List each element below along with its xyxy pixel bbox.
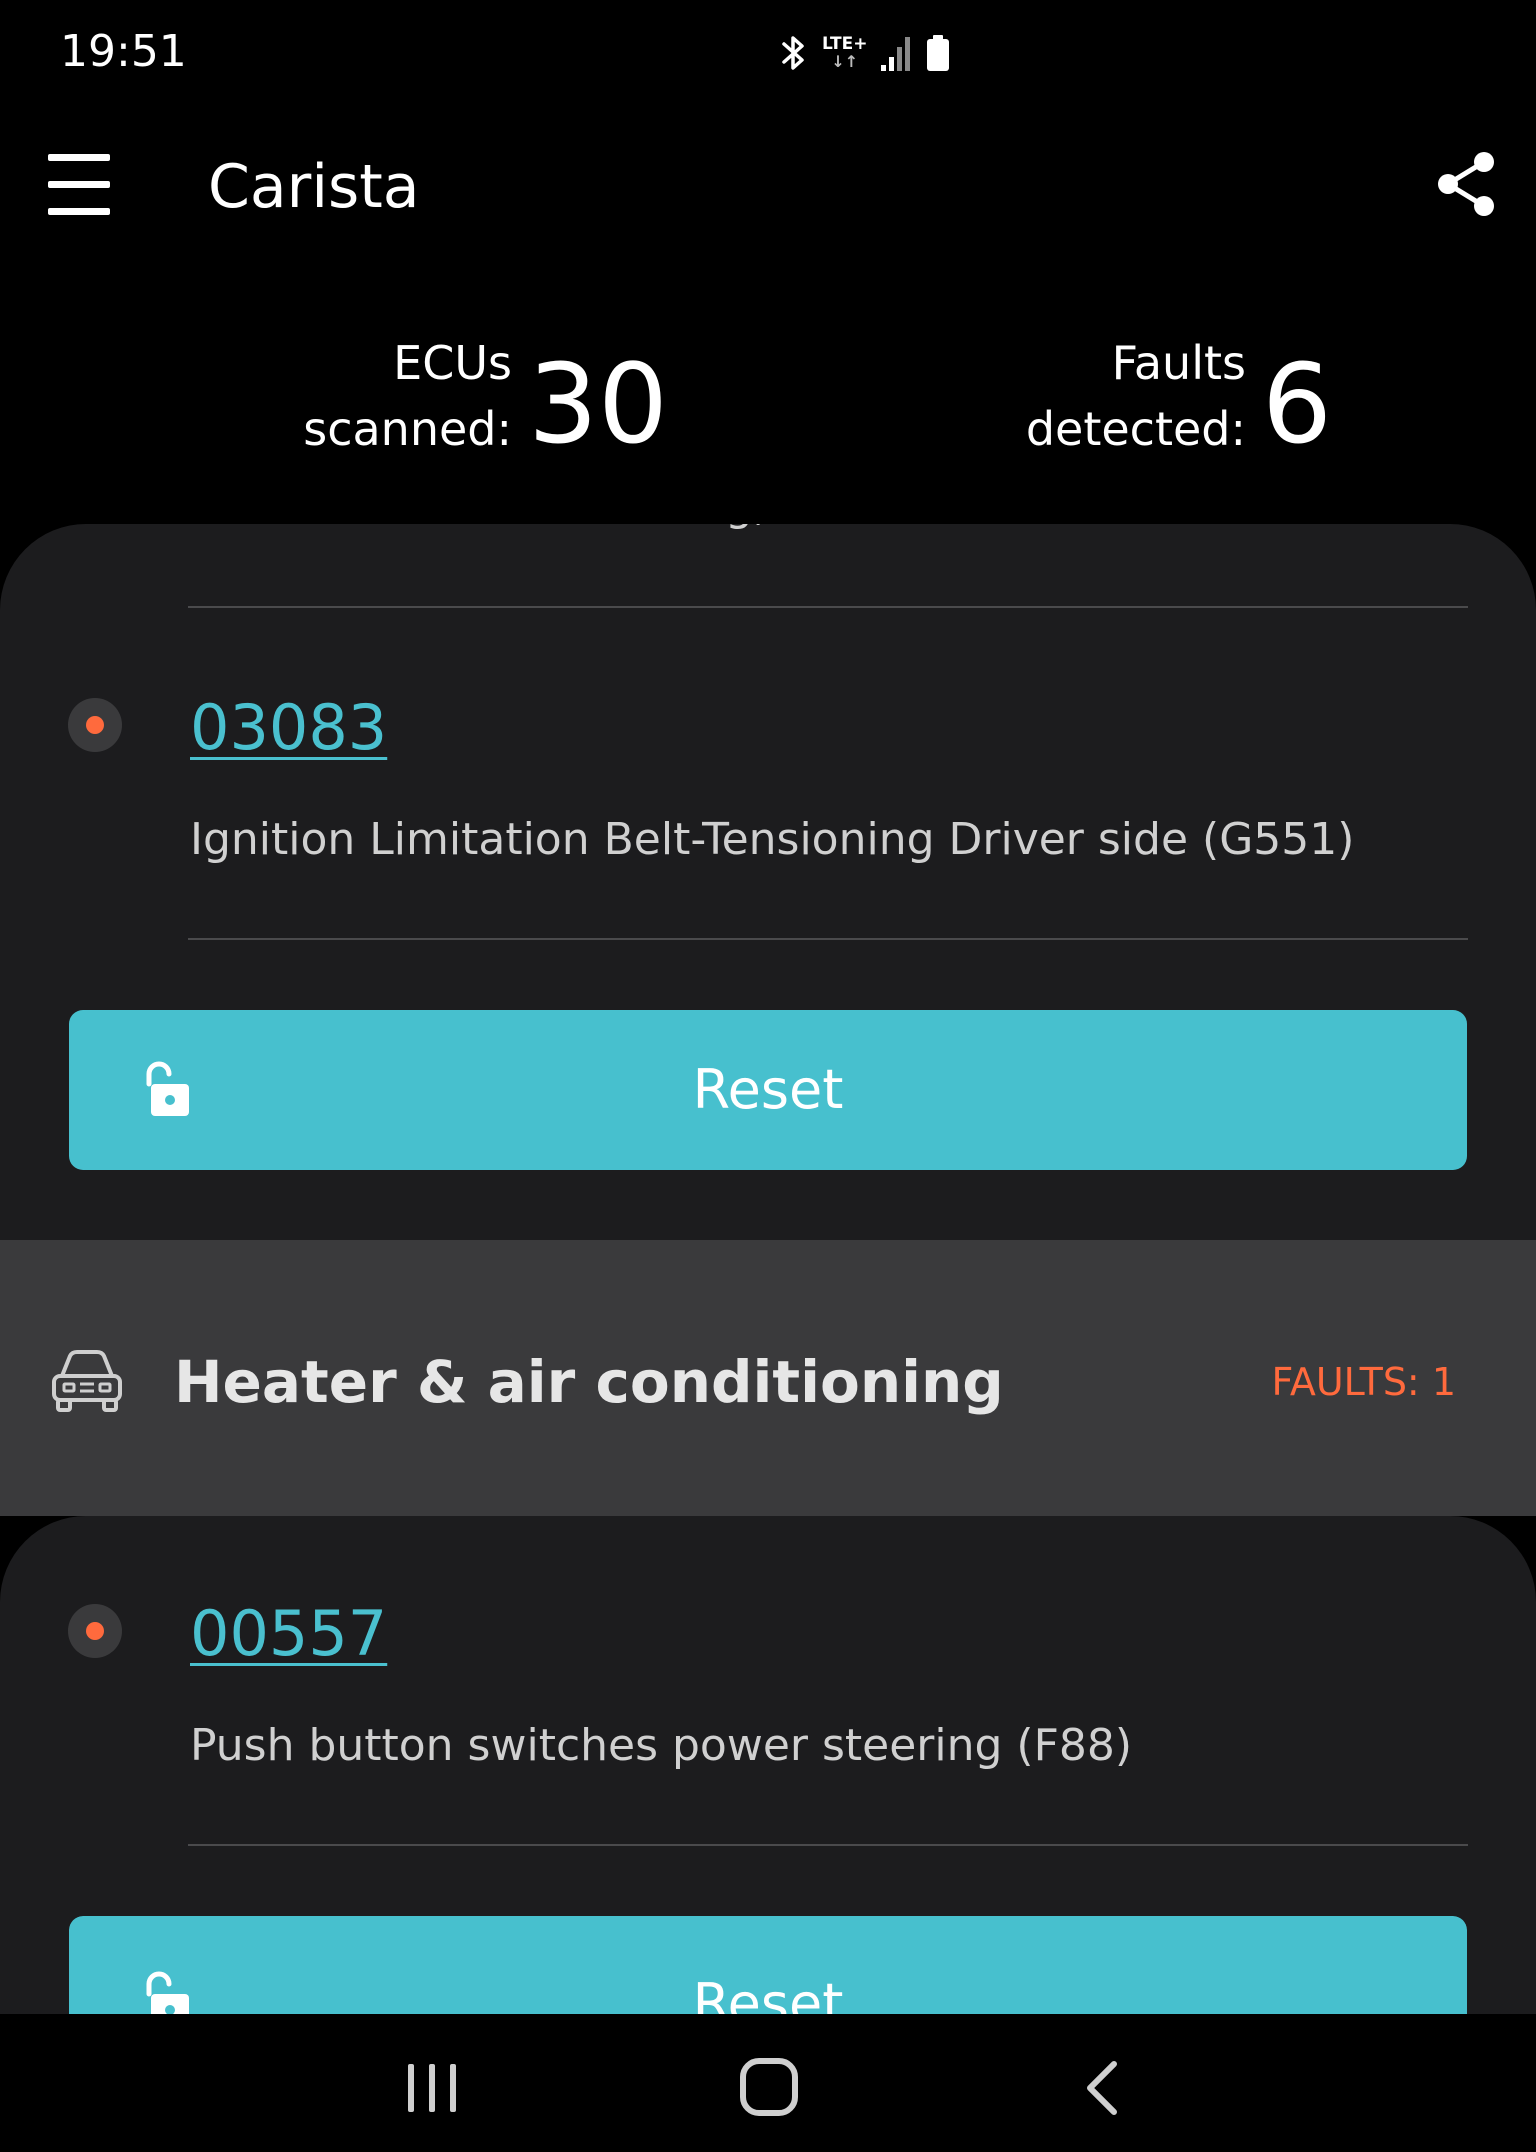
share-icon[interactable] xyxy=(1436,150,1498,218)
fault-code-link[interactable]: 00557 xyxy=(190,1594,387,1674)
reset-button-label: Reset xyxy=(692,1972,844,2014)
lte-icon: LTE+ ↓↑ xyxy=(822,34,868,71)
recent-apps-icon[interactable] xyxy=(400,2060,464,2116)
menu-icon[interactable] xyxy=(48,150,112,220)
fault-dot xyxy=(86,1622,104,1640)
category-faults-badge: FAULTS: 1 xyxy=(1271,1360,1456,1404)
fault-indicator xyxy=(68,1604,122,1658)
fault-dot xyxy=(86,716,104,734)
reset-button-label: Reset xyxy=(692,1058,844,1121)
home-icon[interactable] xyxy=(738,2056,800,2118)
battery-icon xyxy=(927,35,950,71)
reset-button[interactable]: Reset xyxy=(69,1010,1467,1170)
network-type: LTE+ xyxy=(822,34,868,54)
faults-detected-value: 6 xyxy=(1262,340,1332,468)
fault-description: Ignition Limitation Belt-Tensioning Driv… xyxy=(190,814,1355,865)
ecus-label-line2: scanned: xyxy=(303,402,512,456)
divider xyxy=(188,1844,1468,1846)
ecus-scanned-label: ECUs scanned: xyxy=(240,330,512,462)
faults-detected-label: Faults detected: xyxy=(990,330,1246,462)
back-icon[interactable] xyxy=(1080,2060,1124,2116)
ecus-scanned-value: 30 xyxy=(528,340,668,468)
status-icons: LTE+ ↓↑ xyxy=(778,28,951,78)
app-title: Carista xyxy=(208,152,420,222)
navigation-bar xyxy=(0,2014,1536,2152)
reset-button-clip: Reset xyxy=(69,1916,1467,2014)
category-title: Heater & air conditioning xyxy=(174,1348,1004,1416)
bluetooth-icon xyxy=(782,36,804,70)
reset-button[interactable]: Reset xyxy=(69,1916,1467,2014)
divider xyxy=(188,606,1468,608)
cut-off-fault-description: Motors for central locking, CAN 2 xyxy=(190,524,917,536)
divider xyxy=(188,938,1468,940)
faults-label-line2: detected: xyxy=(1025,402,1246,456)
car-icon xyxy=(50,1346,124,1416)
fault-code-link[interactable]: 03083 xyxy=(190,688,387,768)
status-time: 19:51 xyxy=(60,26,187,77)
fault-indicator xyxy=(68,698,122,752)
ecus-label-line1: ECUs xyxy=(393,336,512,390)
signal-icon xyxy=(881,37,911,71)
faults-label-line1: Faults xyxy=(1111,336,1246,390)
fault-description: Push button switches power steering (F88… xyxy=(190,1720,1133,1771)
